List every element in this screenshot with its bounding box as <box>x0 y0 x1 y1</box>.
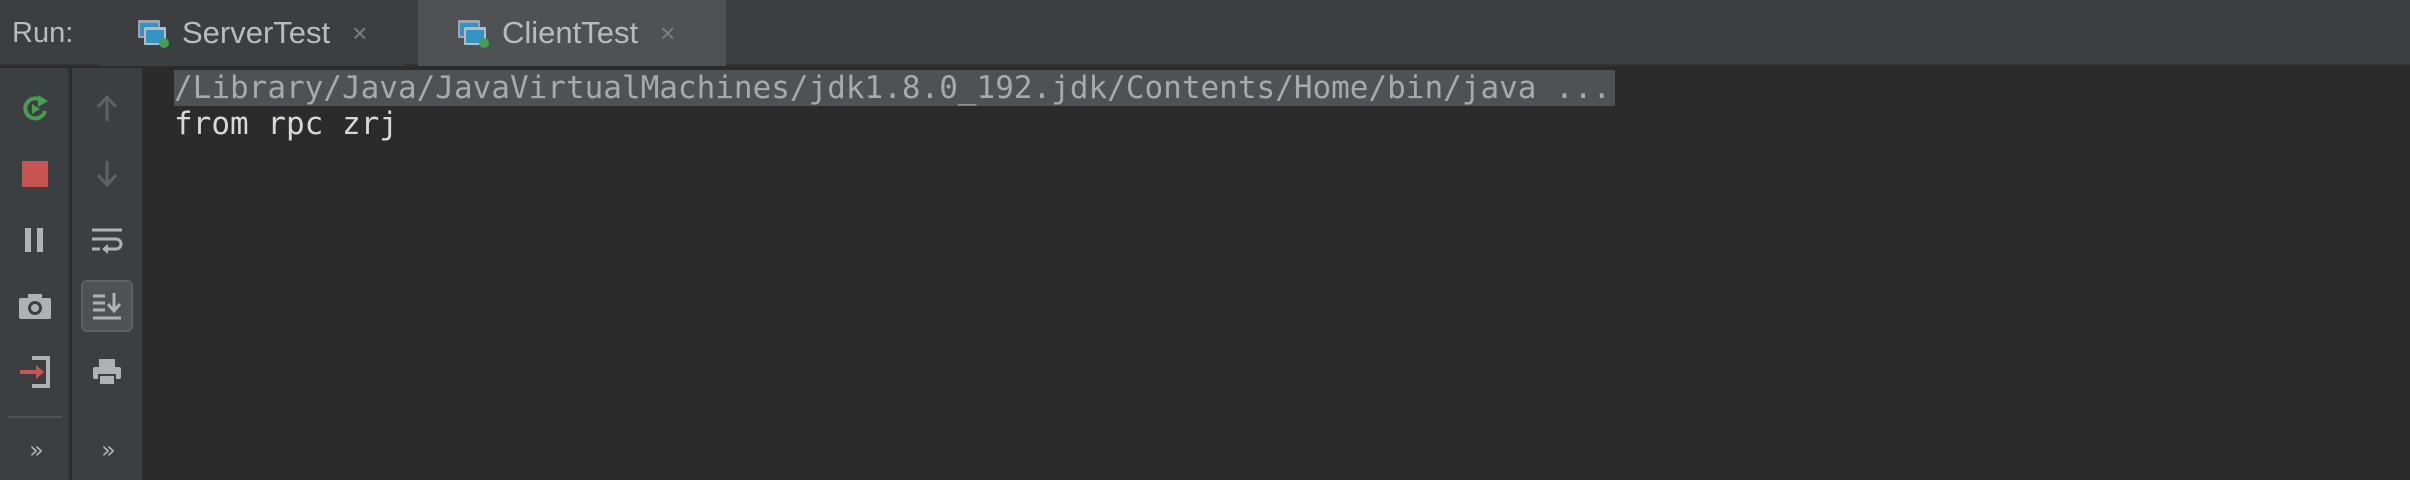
rerun-button[interactable] <box>9 82 61 134</box>
console-toolbar: » <box>72 68 144 480</box>
arrow-up-icon <box>93 93 121 123</box>
tab-server-test[interactable]: ServerTest × <box>98 0 404 66</box>
close-icon[interactable]: × <box>352 18 367 49</box>
previous-occurrence-button[interactable] <box>81 82 133 134</box>
console-command-line[interactable]: /Library/Java/JavaVirtualMachines/jdk1.8… <box>174 70 1616 106</box>
stop-button[interactable] <box>9 148 61 200</box>
soft-wrap-icon <box>90 225 124 255</box>
run-toolbar: » <box>0 68 70 480</box>
screenshot-button[interactable] <box>9 280 61 332</box>
chevrons-icon: » <box>101 436 116 464</box>
scroll-to-end-icon <box>91 290 123 322</box>
run-label: Run: <box>12 17 74 49</box>
exit-icon <box>18 355 52 389</box>
more-actions-button[interactable]: » <box>81 424 133 476</box>
print-icon <box>91 356 123 388</box>
scroll-to-end-button[interactable] <box>81 280 133 332</box>
stop-icon <box>21 160 49 188</box>
run-tab-header: Run: ServerTest × ClientTest × <box>0 0 2410 66</box>
run-configuration-icon <box>136 17 172 49</box>
soft-wrap-button[interactable] <box>81 214 133 266</box>
rerun-icon <box>18 91 52 125</box>
tab-client-test[interactable]: ClientTest × <box>418 0 726 66</box>
console-output-line[interactable]: from rpc zrj <box>174 106 398 142</box>
pause-icon <box>22 226 48 254</box>
run-tool-window: Run: ServerTest × ClientTest × » » /Libr… <box>0 0 2410 480</box>
arrow-down-icon <box>93 159 121 189</box>
print-button[interactable] <box>81 346 133 398</box>
console-output[interactable]: /Library/Java/JavaVirtualMachines/jdk1.8… <box>146 68 2410 480</box>
pause-button[interactable] <box>9 214 61 266</box>
tab-label: ClientTest <box>502 15 639 50</box>
tab-label: ServerTest <box>182 15 331 50</box>
more-actions-button[interactable]: » <box>9 424 61 476</box>
run-configuration-icon <box>456 17 492 49</box>
close-icon[interactable]: × <box>660 18 675 49</box>
next-occurrence-button[interactable] <box>81 148 133 200</box>
toolbar-separator <box>8 416 62 418</box>
exit-button[interactable] <box>9 346 61 398</box>
chevrons-icon: » <box>29 436 44 464</box>
camera-icon <box>17 291 53 321</box>
